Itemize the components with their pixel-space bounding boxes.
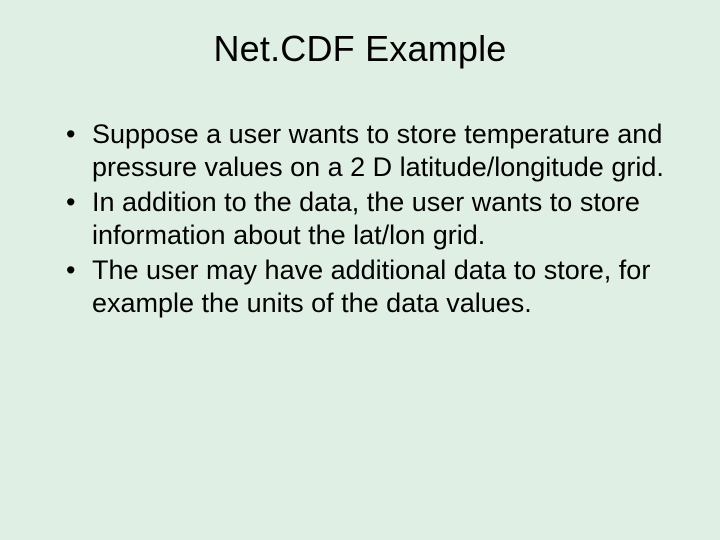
slide-title: Net.CDF Example	[48, 28, 672, 70]
list-item: Suppose a user wants to store temperatur…	[66, 118, 672, 184]
bullet-list: Suppose a user wants to store temperatur…	[48, 118, 672, 320]
list-item: In addition to the data, the user wants …	[66, 186, 672, 252]
list-item: The user may have additional data to sto…	[66, 254, 672, 320]
slide: Net.CDF Example Suppose a user wants to …	[0, 0, 720, 540]
